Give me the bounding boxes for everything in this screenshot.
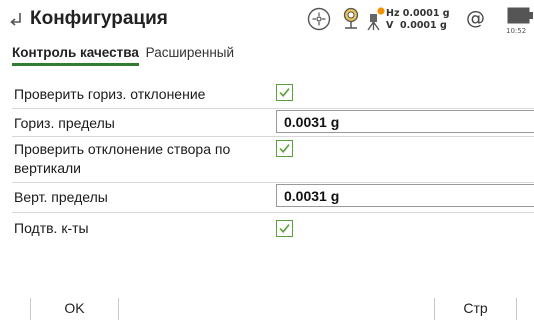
clock-time: 10:52	[506, 27, 527, 35]
hz-limits-label: Гориз. пределы	[14, 115, 115, 131]
check-v-checkbox[interactable]	[276, 140, 293, 157]
v-value: 0.0001 g	[399, 20, 447, 31]
v-label: V	[386, 20, 394, 31]
divider	[12, 212, 534, 213]
check-hz-label: Проверить гориз. отклонение	[14, 86, 206, 102]
target-icon[interactable]	[306, 6, 332, 32]
divider	[12, 182, 534, 183]
back-icon[interactable]	[8, 9, 26, 31]
tab-advanced[interactable]: Расширенный	[146, 44, 234, 62]
checkmark-icon	[279, 88, 290, 98]
page-title: Конфигурация	[30, 8, 168, 29]
hz-value: 0.0001 g	[402, 8, 450, 19]
title-bar: Конфигурация Hz 0.0001 g V 0.0001 g @ 10…	[0, 0, 534, 40]
page-button-label: Стр	[463, 300, 488, 316]
confirm-row: Подтв. к-ты	[12, 216, 534, 240]
divider	[12, 136, 534, 137]
v-limits-input[interactable]: 0.0031 g	[276, 184, 534, 207]
softkey-divider	[516, 298, 517, 320]
angle-readout: Hz 0.0001 g V 0.0001 g	[386, 8, 450, 32]
at-icon[interactable]: @	[466, 7, 485, 29]
checkmark-icon	[279, 144, 290, 154]
tab-quality-control[interactable]: Контроль качества	[12, 44, 139, 66]
check-hz-checkbox[interactable]	[276, 84, 293, 101]
softkey-divider	[118, 298, 119, 320]
instrument-icon[interactable]	[364, 6, 386, 32]
check-v-row: Проверить отклонение створа по вертикали	[12, 138, 534, 180]
prism-icon[interactable]	[340, 6, 362, 32]
ok-button-label: OK	[64, 300, 85, 316]
checkmark-icon	[279, 224, 290, 234]
softkey-bar: OK Стр	[0, 298, 534, 320]
v-limits-value: 0.0031 g	[284, 188, 340, 204]
confirm-label: Подтв. к-ты	[14, 220, 89, 236]
check-v-label-line1: Проверить отклонение створа по	[14, 141, 231, 157]
hz-label: Hz	[386, 8, 400, 19]
divider	[12, 108, 534, 109]
v-limits-label: Верт. пределы	[14, 189, 108, 205]
check-v-label-line2: вертикали	[14, 160, 81, 176]
tab-bar: Контроль качества Расширенный	[12, 44, 234, 66]
hz-limits-value: 0.0031 g	[284, 114, 340, 130]
confirm-checkbox[interactable]	[276, 220, 293, 237]
check-hz-row: Проверить гориз. отклонение	[12, 82, 534, 106]
ok-button[interactable]: OK	[30, 298, 118, 320]
page-button[interactable]: Стр	[434, 298, 516, 320]
hz-limits-input[interactable]: 0.0031 g	[276, 110, 534, 133]
